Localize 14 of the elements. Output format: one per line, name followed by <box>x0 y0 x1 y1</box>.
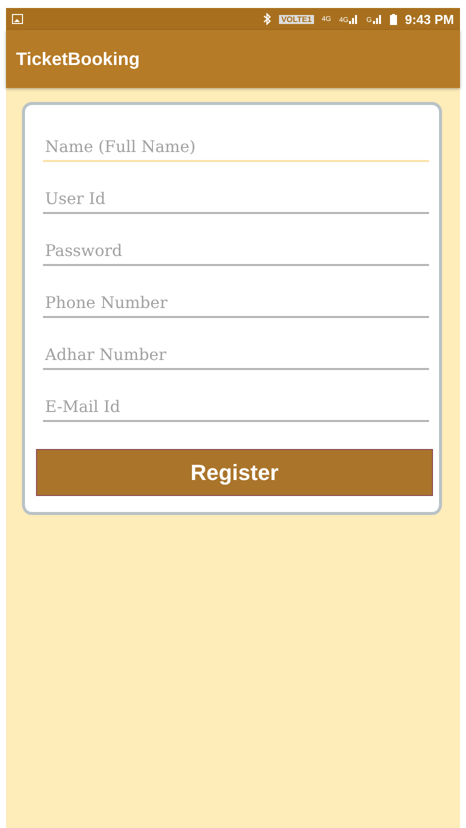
input-field[interactable]: E-Mail Id <box>43 391 429 422</box>
volte-badge: VOLTE1 <box>279 14 314 24</box>
signal-icon <box>372 14 382 24</box>
bluetooth-icon <box>263 13 272 25</box>
app-title: TicketBooking <box>16 48 140 70</box>
image-icon <box>12 14 23 24</box>
input-field[interactable]: User Id <box>43 183 429 214</box>
input-field[interactable]: Adhar Number <box>43 339 429 370</box>
clock-time: 9:43 PM <box>404 12 454 26</box>
input-field[interactable]: Password <box>43 235 429 266</box>
signal-icon <box>349 14 358 24</box>
input-field[interactable]: Phone Number <box>43 287 429 318</box>
register-button[interactable]: Register <box>36 449 433 496</box>
battery-icon <box>390 14 397 24</box>
